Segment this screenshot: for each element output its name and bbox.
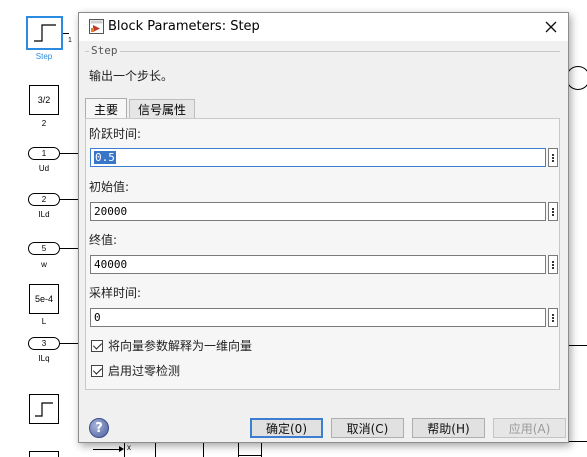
wire bbox=[60, 199, 78, 200]
help-button[interactable]: 帮助(H) bbox=[412, 418, 485, 438]
final-value-label: 终值: bbox=[89, 233, 118, 247]
wire bbox=[60, 153, 78, 154]
help-icon[interactable]: ? bbox=[89, 418, 109, 438]
initial-value-value: 20000 bbox=[94, 205, 128, 218]
step-icon bbox=[33, 24, 56, 42]
gain-block-value: 3/2 bbox=[37, 95, 51, 105]
inport-ud-label: Ud bbox=[38, 164, 50, 173]
tab-main[interactable]: 主要 bbox=[85, 98, 128, 119]
constant-w[interactable]: 5 bbox=[28, 242, 60, 255]
inport-ilq[interactable]: 3 bbox=[28, 337, 60, 350]
canvas-block-partial[interactable] bbox=[29, 451, 59, 457]
initial-value-label: 初始值: bbox=[89, 180, 130, 194]
constant-l-value: 5e-4 bbox=[34, 294, 53, 304]
sample-time-more-button[interactable] bbox=[548, 308, 558, 327]
final-value-input[interactable]: 40000 bbox=[90, 255, 546, 274]
constant-w-value: 5 bbox=[41, 244, 47, 253]
group-title: Step bbox=[89, 44, 120, 57]
wire bbox=[239, 455, 261, 456]
zero-crossing-checkbox[interactable] bbox=[91, 364, 103, 377]
step-time-value: 0.5 bbox=[94, 151, 116, 164]
block-description-group: Step 输出一个步长。 bbox=[85, 44, 560, 87]
step-time-input[interactable]: 0.5 bbox=[90, 148, 546, 167]
gain-block[interactable]: 3/2 bbox=[29, 85, 59, 115]
dot bbox=[552, 153, 554, 156]
zero-crossing-checkbox-row[interactable]: 启用过零检测 bbox=[91, 362, 180, 379]
ok-button[interactable]: 确定(0) bbox=[250, 418, 323, 438]
step-time-more-button[interactable] bbox=[548, 148, 558, 167]
constant-w-label: w bbox=[41, 260, 47, 269]
simulink-app-icon bbox=[89, 19, 104, 34]
tab-panel-main: 阶跃时间: 0.5 初始值: 20000 终值: 40000 采样时间: 0 将… bbox=[85, 118, 560, 390]
inport-ilq-label: ILq bbox=[38, 354, 50, 363]
apply-button[interactable]: 应用(A) bbox=[493, 418, 566, 438]
gain-block-label: 2 bbox=[41, 119, 47, 128]
close-icon bbox=[545, 21, 557, 33]
wire bbox=[569, 441, 587, 442]
dot bbox=[552, 159, 554, 162]
close-button[interactable] bbox=[540, 16, 562, 38]
constant-l-label: L bbox=[41, 317, 47, 326]
port-number: 1 bbox=[68, 37, 72, 44]
step-output-arrow bbox=[63, 33, 69, 34]
step-block-2[interactable] bbox=[29, 394, 59, 424]
step-time-label: 阶跃时间: bbox=[89, 127, 142, 141]
cancel-button[interactable]: 取消(C) bbox=[331, 418, 404, 438]
step-block[interactable] bbox=[26, 16, 63, 50]
dot bbox=[552, 319, 554, 322]
inport-ild[interactable]: 2 bbox=[28, 193, 60, 206]
wire bbox=[569, 345, 587, 346]
interpret-vector-checkbox[interactable] bbox=[91, 339, 103, 352]
dot bbox=[552, 313, 554, 316]
dot bbox=[552, 210, 554, 213]
sample-time-label: 采样时间: bbox=[89, 286, 142, 300]
wire bbox=[93, 449, 121, 450]
wire bbox=[60, 248, 78, 249]
initial-value-more-button[interactable] bbox=[548, 202, 558, 221]
constant-l[interactable]: 5e-4 bbox=[29, 284, 59, 314]
block-description: 输出一个步长。 bbox=[89, 69, 174, 83]
initial-value-input[interactable]: 20000 bbox=[90, 202, 546, 221]
sample-time-input[interactable]: 0 bbox=[90, 308, 546, 327]
dot bbox=[552, 266, 554, 269]
step-block-label: Step bbox=[35, 52, 53, 61]
inport-ud[interactable]: 1 bbox=[28, 147, 60, 160]
final-value-more-button[interactable] bbox=[548, 255, 558, 274]
inport-ilq-number: 3 bbox=[41, 339, 47, 348]
dot bbox=[552, 156, 554, 159]
sample-time-value: 0 bbox=[94, 311, 101, 324]
interpret-vector-checkbox-row[interactable]: 将向量参数解释为一维向量 bbox=[91, 337, 252, 354]
product-sign: x bbox=[127, 443, 131, 452]
canvas-partial-oval bbox=[566, 66, 587, 90]
step-icon bbox=[35, 402, 53, 417]
dot bbox=[552, 316, 554, 319]
dot bbox=[552, 207, 554, 210]
dot bbox=[552, 260, 554, 263]
title-bar[interactable]: Block Parameters: Step bbox=[79, 13, 568, 41]
dot bbox=[552, 263, 554, 266]
wire bbox=[261, 443, 262, 457]
inport-ild-label: ILd bbox=[38, 210, 50, 219]
block-parameters-dialog: Block Parameters: Step Step 输出一个步长。 主要 信… bbox=[78, 12, 569, 443]
inport-ud-number: 1 bbox=[41, 149, 47, 158]
zero-crossing-label: 启用过零检测 bbox=[108, 364, 181, 378]
dot bbox=[552, 213, 554, 216]
interpret-vector-label: 将向量参数解释为一维向量 bbox=[108, 339, 253, 353]
wire bbox=[60, 343, 78, 344]
dialog-title: Block Parameters: Step bbox=[108, 19, 260, 34]
tab-signal-attributes[interactable]: 信号属性 bbox=[129, 99, 196, 119]
parameter-tabs: 主要 信号属性 bbox=[85, 98, 197, 119]
inport-ild-number: 2 bbox=[41, 195, 47, 204]
final-value-value: 40000 bbox=[94, 258, 128, 271]
